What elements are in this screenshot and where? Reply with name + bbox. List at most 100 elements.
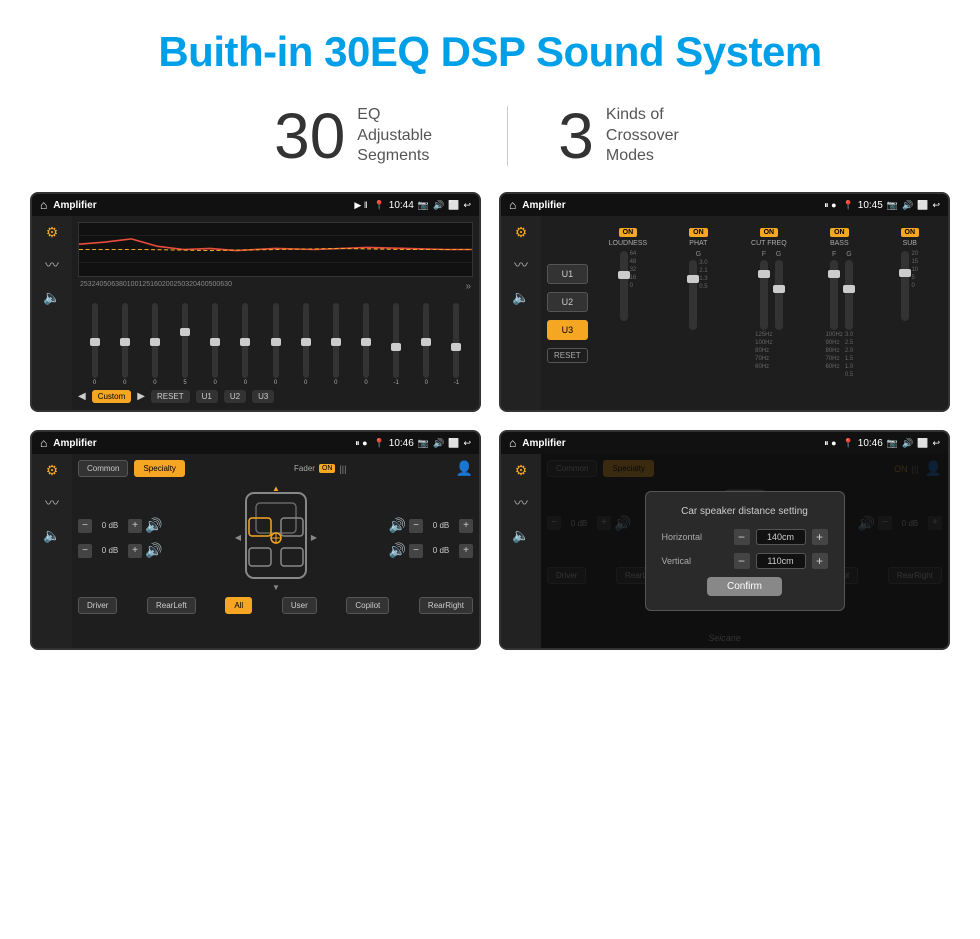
rearleft-btn[interactable]: RearLeft (147, 597, 196, 614)
horizontal-minus[interactable]: − (734, 529, 750, 545)
slider-track-9[interactable] (363, 303, 369, 378)
tl-minus[interactable]: − (78, 519, 92, 533)
bl-plus[interactable]: + (128, 544, 142, 558)
slider-thumb-2[interactable] (150, 338, 160, 346)
home-icon-1[interactable]: ⌂ (40, 198, 47, 212)
vol-icon-2[interactable]: 🔈 (512, 289, 529, 306)
slider-thumb-3[interactable] (180, 328, 190, 336)
phat-slider[interactable] (689, 260, 697, 330)
home-icon-3[interactable]: ⌂ (40, 436, 47, 450)
slider-thumb-12[interactable] (451, 343, 461, 351)
u3-preset[interactable]: U3 (547, 320, 588, 340)
bass-slider-f[interactable] (830, 260, 838, 330)
wave-icon-4[interactable]: 〰 (514, 493, 528, 513)
wave-icon[interactable]: 〰 (45, 255, 59, 275)
tr-minus[interactable]: − (409, 519, 423, 533)
screen4-sidebar: ⚙ 〰 🔈 (501, 454, 541, 648)
confirm-button[interactable]: Confirm (707, 577, 782, 596)
wave-icon-2[interactable]: 〰 (514, 255, 528, 275)
ch-bass: ON BASS F 100Hz 90Hz (807, 228, 871, 378)
freq-40: 40 (96, 281, 104, 292)
common-btn[interactable]: Common (78, 460, 128, 477)
slider-track-3[interactable] (182, 303, 188, 378)
profile-icon[interactable]: 👤 (456, 460, 473, 477)
eq-icon-2[interactable]: ⚙ (515, 224, 528, 241)
u1-preset[interactable]: U1 (547, 264, 588, 284)
br-plus[interactable]: + (459, 544, 473, 558)
slider-track-12[interactable] (453, 303, 459, 378)
driver-btn[interactable]: Driver (78, 597, 117, 614)
vertical-plus[interactable]: + (812, 553, 828, 569)
prev-btn[interactable]: ◀ (78, 391, 86, 402)
bass-slider-g[interactable] (845, 260, 853, 330)
slider-thumb-9[interactable] (361, 338, 371, 346)
cutfreq-name: CUT FREQ (751, 240, 787, 247)
wave-icon-3[interactable]: 〰 (45, 493, 59, 513)
ch-cutfreq: ON CUT FREQ F 125Hz 100Hz (737, 228, 801, 370)
eq-icon-4[interactable]: ⚙ (515, 462, 528, 479)
reset-btn-2[interactable]: RESET (547, 348, 588, 363)
screen3-content: ⚙ 〰 🔈 Common Specialty Fader ON ||| 👤 (32, 454, 479, 648)
dialog-overlay: Car speaker distance setting Horizontal … (541, 454, 948, 648)
copilot-btn[interactable]: Copilot (346, 597, 389, 614)
u2-btn[interactable]: U2 (224, 390, 246, 403)
fader-on: ON (319, 464, 336, 473)
scroll-arrows[interactable]: » (465, 281, 471, 292)
home-icon-2[interactable]: ⌂ (509, 198, 516, 212)
horizontal-plus[interactable]: + (812, 529, 828, 545)
eq-icon-3[interactable]: ⚙ (46, 462, 59, 479)
slider-track-10[interactable] (393, 303, 399, 378)
vol-icon-3[interactable]: 🔈 (43, 527, 60, 544)
slider-track-5[interactable] (242, 303, 248, 378)
status-icons-1: 📍 10:44 📷 🔊 ⬜ ↩ (374, 200, 471, 211)
u3-btn[interactable]: U3 (252, 390, 274, 403)
stat-crossover: 3 Kinds ofCrossover Modes (508, 104, 756, 168)
cutfreq-slider-f[interactable] (760, 260, 768, 330)
br-minus[interactable]: − (409, 544, 423, 558)
slider-thumb-6[interactable] (271, 338, 281, 346)
slider-thumb-8[interactable] (331, 338, 341, 346)
cutfreq-f: F 125Hz 100Hz 80Hz 70Hz 60Hz (755, 251, 772, 370)
slider-track-4[interactable] (212, 303, 218, 378)
slider-track-11[interactable] (423, 303, 429, 378)
cutfreq-slider-g[interactable] (775, 260, 783, 330)
slider-track-1[interactable] (122, 303, 128, 378)
slider-thumb-5[interactable] (240, 338, 250, 346)
vol-icon[interactable]: 🔈 (43, 289, 60, 306)
screen2-main: U1 U2 U3 RESET ON LOUDNESS (541, 216, 948, 410)
screen4-main: Common Specialty ON ||| 👤 − 0 dB (541, 454, 948, 648)
slider-thumb-4[interactable] (210, 338, 220, 346)
bl-minus[interactable]: − (78, 544, 92, 558)
home-icon-4[interactable]: ⌂ (509, 436, 516, 450)
user-btn[interactable]: User (282, 597, 317, 614)
tl-plus[interactable]: + (128, 519, 142, 533)
u2-preset[interactable]: U2 (547, 292, 588, 312)
slider-track-7[interactable] (303, 303, 309, 378)
rearright-btn[interactable]: RearRight (419, 597, 473, 614)
slider-thumb-0[interactable] (90, 338, 100, 346)
vol-icon-4[interactable]: 🔈 (512, 527, 529, 544)
slider-thumb-7[interactable] (301, 338, 311, 346)
reset-btn-1[interactable]: RESET (151, 390, 190, 403)
sub-slider[interactable] (901, 251, 909, 321)
loudness-slider-1[interactable] (620, 251, 628, 321)
all-btn[interactable]: All (225, 597, 252, 614)
slider-thumb-11[interactable] (421, 338, 431, 346)
eq-icon[interactable]: ⚙ (46, 224, 59, 241)
slider-thumb-10[interactable] (391, 343, 401, 351)
slider-track-8[interactable] (333, 303, 339, 378)
slider-thumb-1[interactable] (120, 338, 130, 346)
volume-icon-1: 🔊 (433, 200, 444, 211)
eq-slider-3: 5 (170, 303, 199, 386)
u1-btn[interactable]: U1 (196, 390, 218, 403)
car-diagram: ▲ ▼ ◀ ▶ (166, 483, 384, 593)
specialty-btn[interactable]: Specialty (134, 460, 184, 477)
screen2-content: ⚙ 〰 🔈 U1 U2 U3 RESET ON LOUDNESS (501, 216, 948, 410)
next-btn[interactable]: ▶ (137, 391, 145, 402)
slider-track-2[interactable] (152, 303, 158, 378)
slider-track-0[interactable] (92, 303, 98, 378)
slider-track-6[interactable] (273, 303, 279, 378)
tr-plus[interactable]: + (459, 519, 473, 533)
custom-btn[interactable]: Custom (92, 390, 132, 403)
vertical-minus[interactable]: − (734, 553, 750, 569)
